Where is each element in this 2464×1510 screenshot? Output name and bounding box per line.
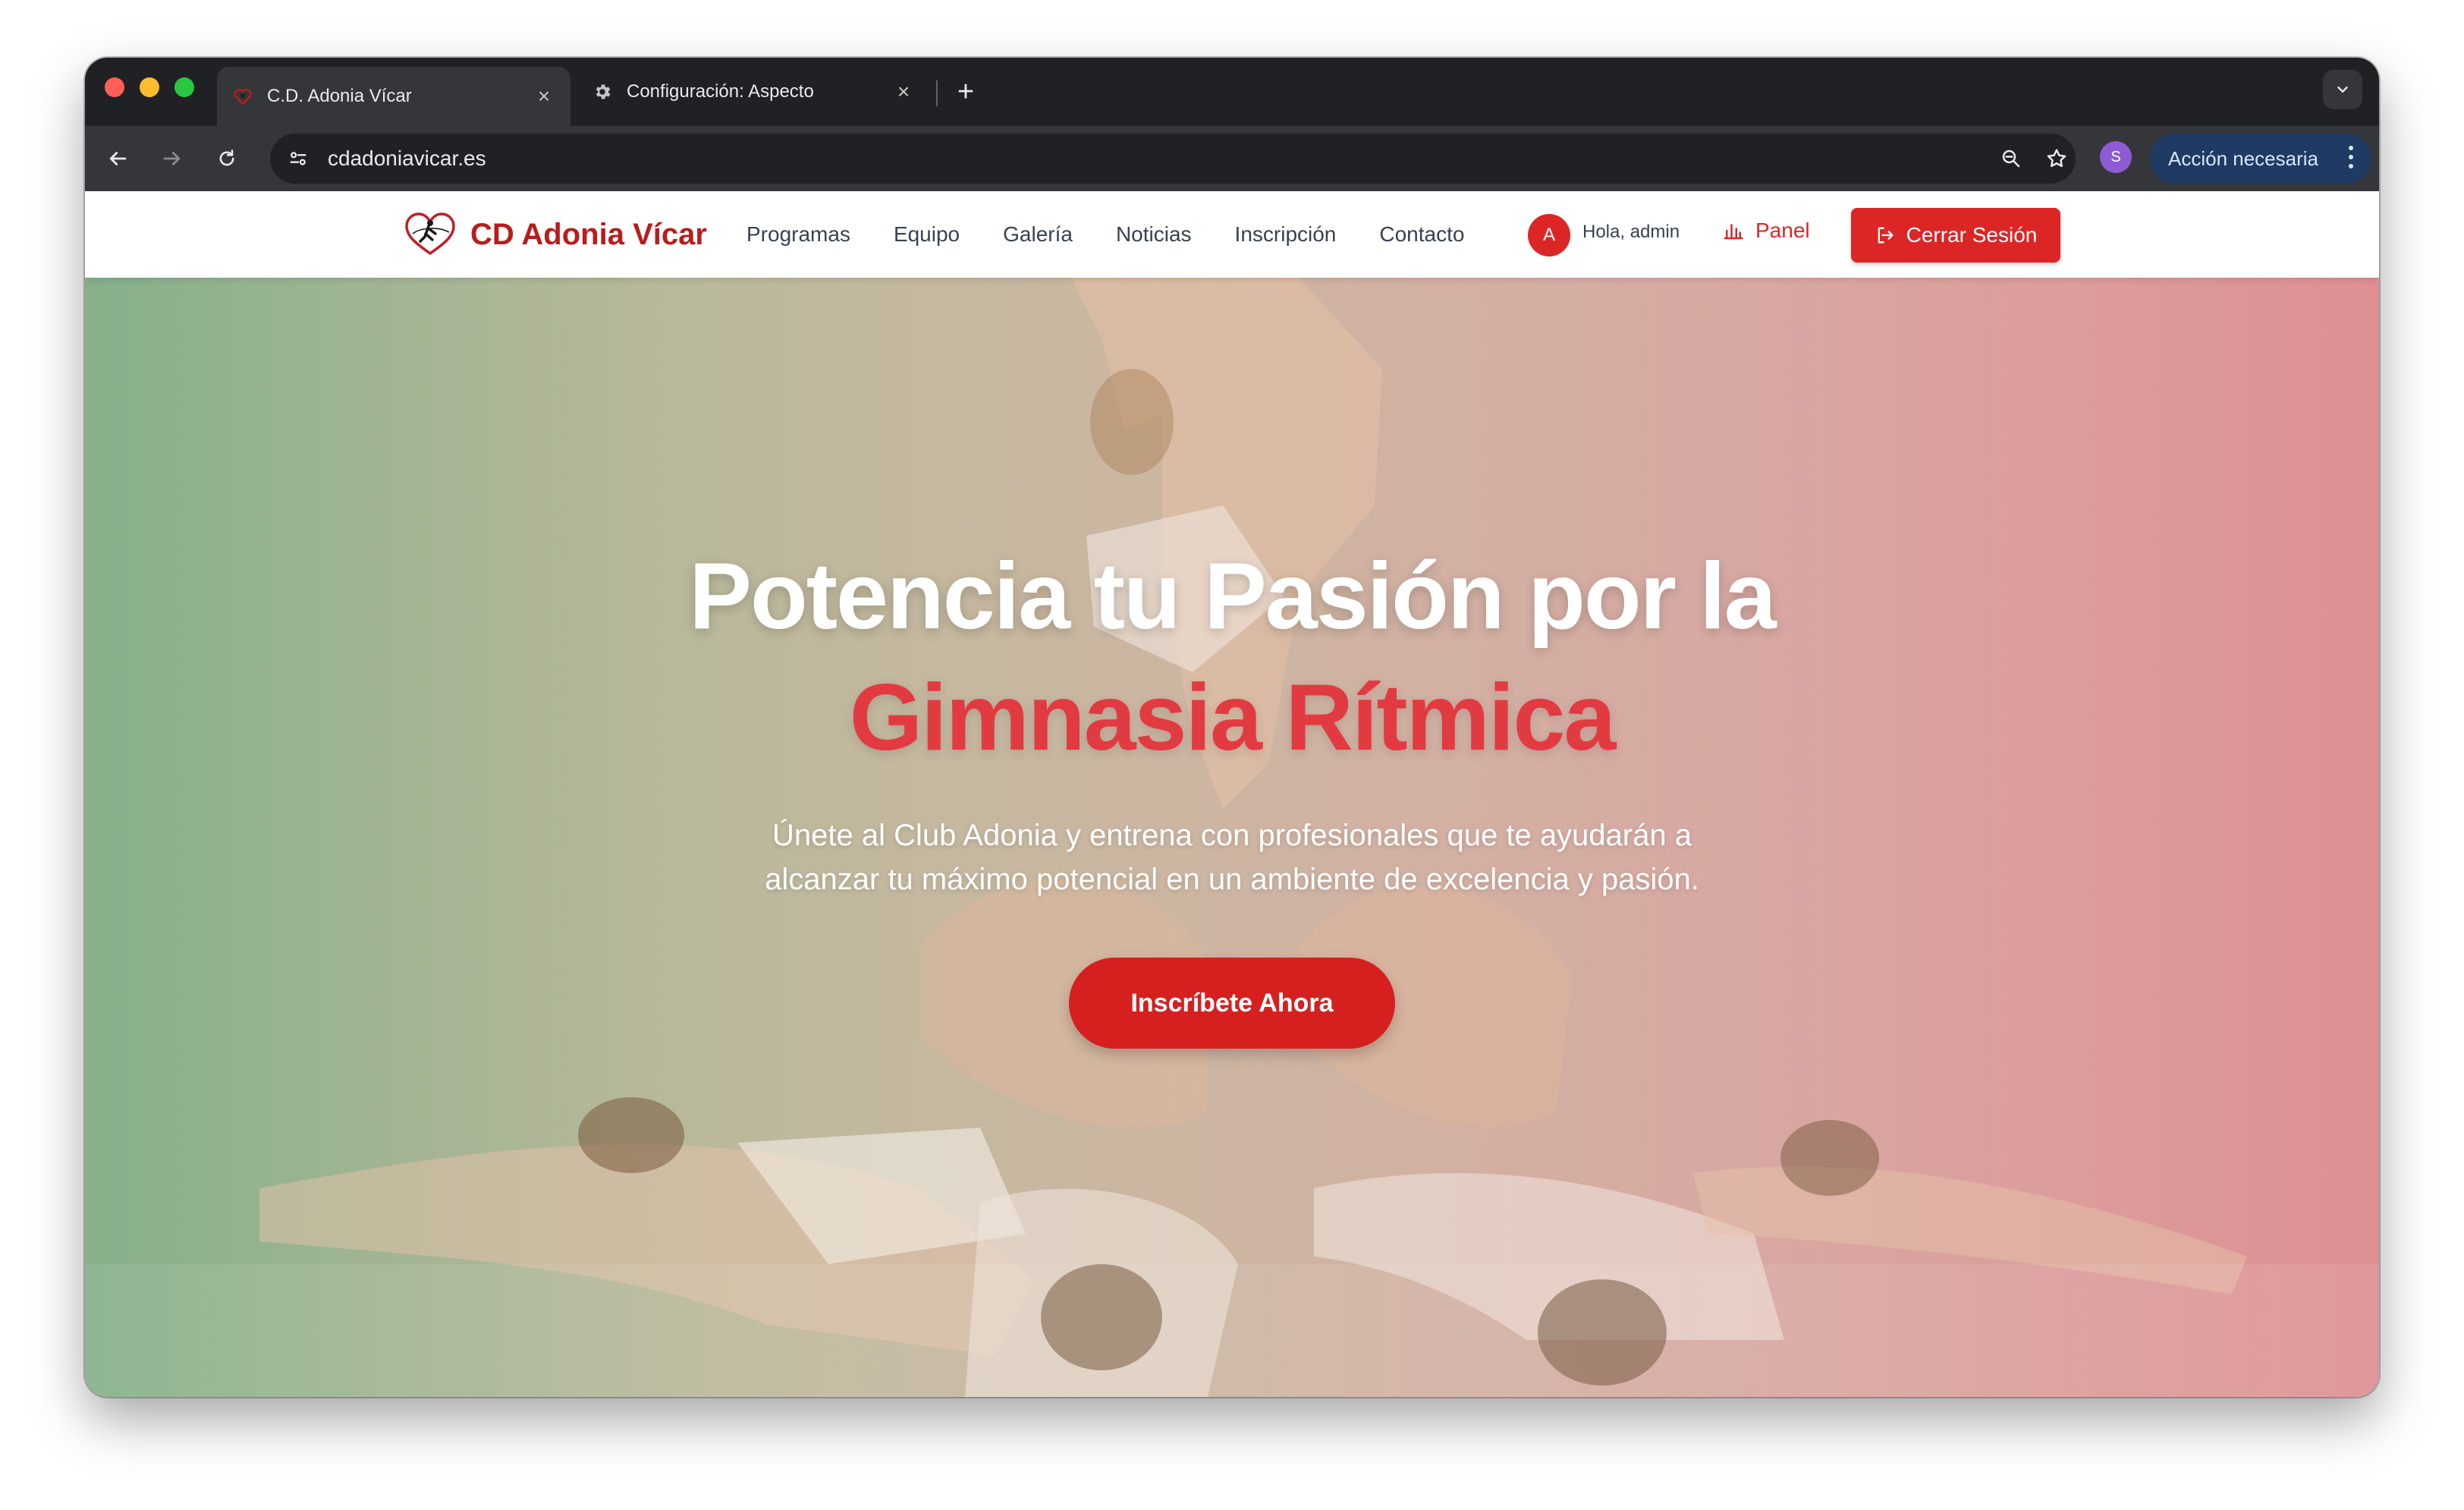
panel-link[interactable]: Panel bbox=[1722, 219, 1810, 243]
chevron-down-icon bbox=[2337, 87, 2348, 93]
url-text[interactable]: cdadoniavicar.es bbox=[328, 146, 2076, 171]
nav-inscripcion[interactable]: Inscripción bbox=[1235, 222, 1337, 247]
club-logo-icon bbox=[405, 212, 455, 256]
bookmark-star-icon[interactable] bbox=[2038, 140, 2076, 178]
minimize-window-button[interactable] bbox=[140, 77, 159, 97]
nav-noticias[interactable]: Noticias bbox=[1116, 222, 1192, 247]
action-required-label: Acción necesaria bbox=[2168, 146, 2318, 170]
arrow-right-icon bbox=[163, 152, 181, 165]
logout-button[interactable]: Cerrar Sesión bbox=[1851, 208, 2060, 263]
nav-programas[interactable]: Programas bbox=[746, 222, 850, 247]
logout-icon bbox=[1878, 227, 1894, 244]
site-navbar: CD Adonia Vícar Programas Equipo Galería… bbox=[85, 191, 2379, 278]
gear-icon bbox=[592, 81, 613, 102]
close-tab-icon[interactable]: × bbox=[892, 80, 915, 103]
action-required-button[interactable]: Acción necesaria bbox=[2150, 134, 2371, 184]
hero-subtitle-line1: Únete al Club Adonia y entrena con profe… bbox=[772, 819, 1692, 852]
brand-name: CD Adonia Vícar bbox=[470, 217, 707, 251]
reload-icon bbox=[219, 149, 234, 166]
user-avatar: A bbox=[1528, 214, 1570, 256]
nav-equipo[interactable]: Equipo bbox=[894, 222, 960, 247]
tab-title: C.D. Adonia Vícar bbox=[267, 86, 412, 106]
arrow-left-icon bbox=[109, 152, 127, 165]
close-window-button[interactable] bbox=[105, 77, 124, 97]
hero-content: Potencia tu Pasión por la Gimnasia Rítmi… bbox=[85, 536, 2379, 1049]
site-info-icon[interactable] bbox=[279, 140, 317, 178]
web-page: CD Adonia Vícar Programas Equipo Galería… bbox=[85, 191, 2379, 1397]
club-logo-icon bbox=[232, 86, 253, 107]
hero-subtitle-line2: alcanzar tu máximo potencial en un ambie… bbox=[765, 863, 1699, 896]
address-bar[interactable]: cdadoniavicar.es bbox=[270, 134, 2076, 184]
main-menu: Programas Equipo Galería Noticias Inscri… bbox=[746, 191, 1464, 278]
nav-galeria[interactable]: Galería bbox=[1003, 222, 1073, 247]
hero-section: Potencia tu Pasión por la Gimnasia Rítmi… bbox=[85, 278, 2379, 1397]
bar-chart-icon bbox=[1724, 224, 1743, 240]
tab-search-button[interactable] bbox=[2323, 70, 2362, 109]
panel-label: Panel bbox=[1755, 219, 1810, 242]
browser-window: C.D. Adonia Vícar × Configuración: Aspec… bbox=[85, 58, 2379, 1397]
nav-contacto[interactable]: Contacto bbox=[1379, 222, 1464, 247]
back-button[interactable] bbox=[99, 140, 137, 178]
hero-title-line1: Potencia tu Pasión por la bbox=[689, 544, 1776, 649]
tab-title: Configuración: Aspecto bbox=[627, 81, 814, 102]
user-greeting: Hola, admin bbox=[1582, 222, 1680, 242]
reload-button[interactable] bbox=[208, 140, 246, 178]
tab-configuracion[interactable]: Configuración: Aspecto × bbox=[577, 67, 930, 117]
zoom-window-button[interactable] bbox=[174, 77, 194, 97]
logout-label: Cerrar Sesión bbox=[1906, 223, 2038, 247]
tab-strip: C.D. Adonia Vícar × Configuración: Aspec… bbox=[85, 58, 2379, 126]
zoom-icon[interactable] bbox=[1992, 140, 2030, 178]
forward-button[interactable] bbox=[153, 140, 191, 178]
new-tab-button[interactable]: + bbox=[948, 74, 983, 109]
profile-avatar[interactable]: S bbox=[2100, 141, 2132, 173]
hero-title-line2: Gimnasia Rítmica bbox=[849, 665, 1617, 770]
close-tab-icon[interactable]: × bbox=[533, 84, 555, 108]
brand-link[interactable]: CD Adonia Vícar bbox=[402, 211, 707, 258]
browser-toolbar: cdadoniavicar.es S Acción necesaria bbox=[85, 126, 2379, 191]
hero-subtitle: Únete al Club Adonia y entrena con profe… bbox=[85, 813, 2379, 901]
signup-cta-button[interactable]: Inscríbete Ahora bbox=[1069, 958, 1395, 1049]
more-vert-icon[interactable] bbox=[2349, 146, 2355, 173]
tab-adonia[interactable]: C.D. Adonia Vícar × bbox=[217, 67, 570, 126]
tab-separator bbox=[936, 80, 938, 106]
